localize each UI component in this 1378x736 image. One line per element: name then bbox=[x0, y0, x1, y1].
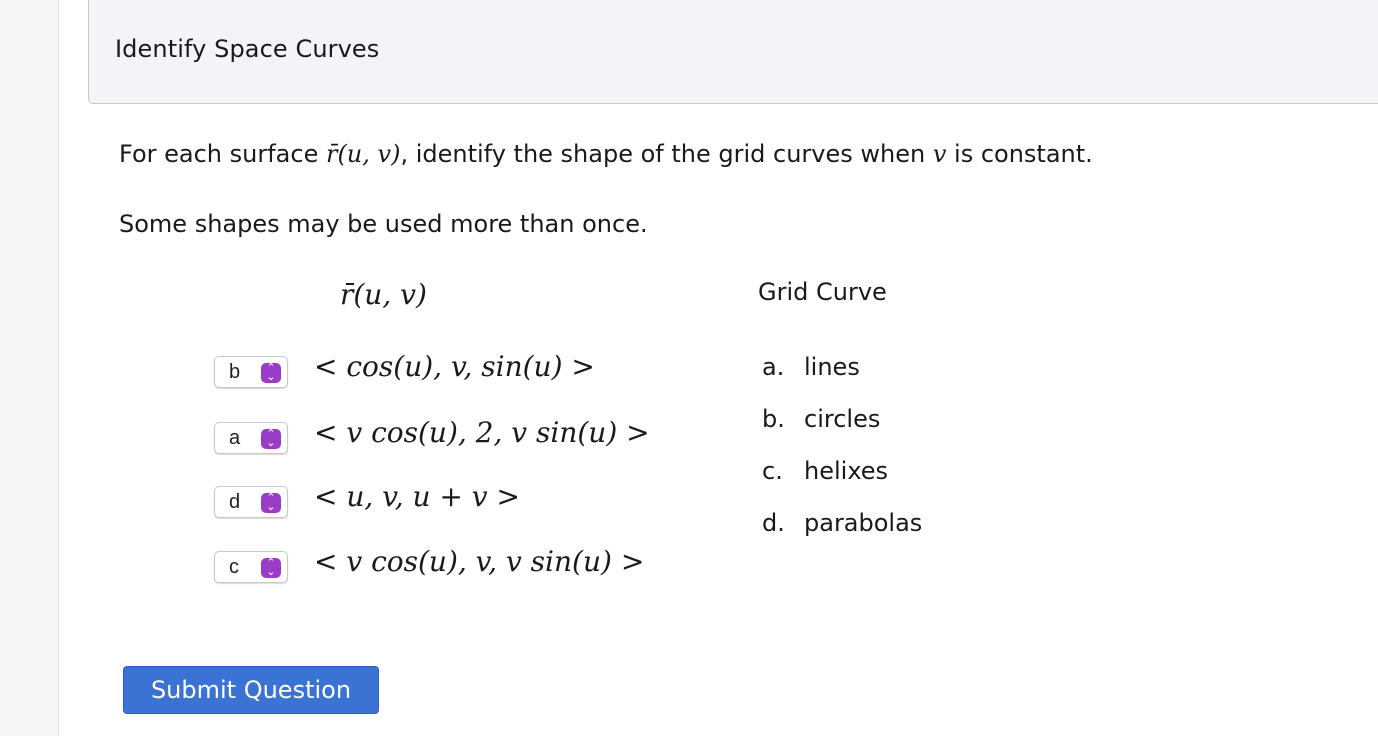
option-label: lines bbox=[804, 353, 860, 381]
option-item: b. circles bbox=[762, 405, 880, 433]
answer-select[interactable]: b ⌃ ⌄ bbox=[214, 356, 288, 388]
selected-value: c bbox=[229, 556, 239, 578]
selected-value: d bbox=[229, 491, 241, 513]
option-letter: d. bbox=[762, 509, 785, 537]
option-item: a. lines bbox=[762, 353, 860, 381]
left-rail bbox=[0, 0, 59, 736]
instruction-text: For each surface r̄(u, v), identify the … bbox=[119, 140, 1093, 168]
option-letter: a. bbox=[762, 353, 785, 381]
option-item: d. parabolas bbox=[762, 509, 922, 537]
question-header: Identify Space Curves bbox=[88, 0, 1378, 104]
option-item: c. helixes bbox=[762, 457, 888, 485]
updown-chevron-icon: ⌃ ⌄ bbox=[261, 362, 281, 383]
updown-chevron-icon: ⌃ ⌄ bbox=[261, 557, 281, 578]
surface-expression: < u, v, u + v > bbox=[314, 480, 520, 513]
option-label: circles bbox=[804, 405, 881, 433]
selected-value: a bbox=[229, 427, 241, 449]
instruction-part: For each surface bbox=[119, 140, 326, 168]
surface-expression: < cos(u), v, sin(u) > bbox=[314, 350, 595, 383]
option-label: parabolas bbox=[804, 509, 923, 537]
variable-v: v bbox=[932, 140, 947, 168]
answer-select[interactable]: c ⌃ ⌄ bbox=[214, 551, 288, 583]
updown-chevron-icon: ⌃ ⌄ bbox=[261, 428, 281, 449]
updown-chevron-icon: ⌃ ⌄ bbox=[261, 492, 281, 513]
option-label: helixes bbox=[804, 457, 889, 485]
selected-value: b bbox=[229, 361, 241, 383]
answer-select[interactable]: a ⌃ ⌄ bbox=[214, 422, 288, 454]
note-text: Some shapes may be used more than once. bbox=[119, 210, 648, 238]
submit-question-button[interactable]: Submit Question bbox=[123, 666, 379, 714]
instruction-part: is constant. bbox=[946, 140, 1093, 168]
column-header-grid-curve: Grid Curve bbox=[758, 278, 887, 306]
column-header-surface: r̄(u, v) bbox=[340, 278, 427, 311]
answer-select[interactable]: d ⌃ ⌄ bbox=[214, 486, 288, 518]
option-letter: c. bbox=[762, 457, 783, 485]
surface-expression: < v cos(u), v, v sin(u) > bbox=[314, 545, 645, 578]
surface-expression: < v cos(u), 2, v sin(u) > bbox=[314, 416, 650, 449]
surface-symbol: r̄(u, v) bbox=[325, 140, 401, 168]
question-title: Identify Space Curves bbox=[115, 35, 380, 63]
option-letter: b. bbox=[762, 405, 785, 433]
instruction-part: , identify the shape of the grid curves … bbox=[400, 140, 933, 168]
